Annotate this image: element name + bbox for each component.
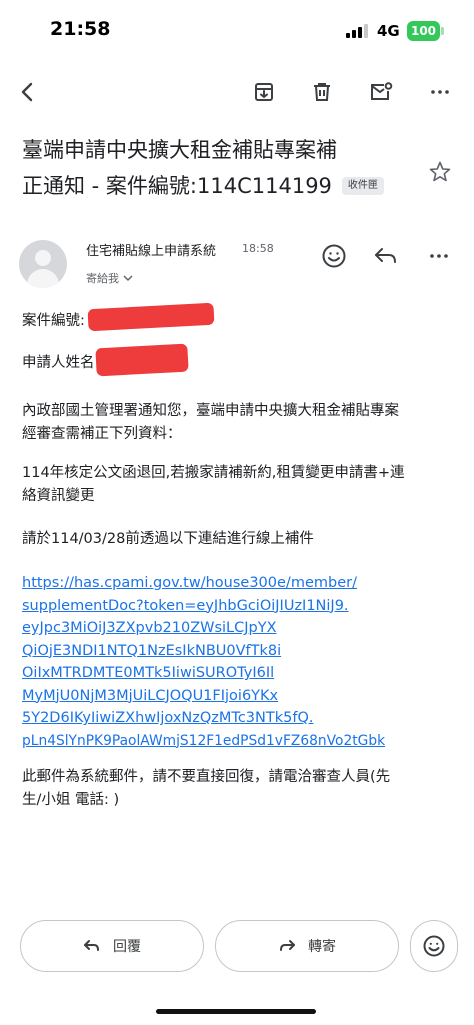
battery-tip [441, 27, 444, 35]
body-paragraph-1: 內政部國土管理署通知您，臺端申請中央擴大租金補貼專案 經審查需補正下列資料： [22, 400, 462, 446]
more-horizontal-icon [430, 254, 448, 258]
supplement-link[interactable]: https://has.cpami.gov.tw/house300e/membe… [22, 572, 467, 752]
reply-label: 回覆 [113, 939, 141, 955]
status-time: 21:58 [50, 18, 111, 40]
body-text-line: 生/小姐 電話: ) [22, 792, 120, 808]
delete-button[interactable] [302, 70, 342, 114]
body-paragraph-3: 請於114/03/28前透過以下連結進行線上補件 [22, 531, 314, 547]
more-options-button[interactable] [420, 70, 460, 114]
home-indicator[interactable] [156, 1009, 316, 1014]
sent-time: 18:58 [242, 242, 274, 255]
link-line[interactable]: supplementDoc?token=eyJhbGciOiJIUzI1NiJ9… [22, 595, 467, 618]
recipient-line[interactable]: 寄給我 [86, 270, 133, 286]
body-text-line: 絡資訊變更 [22, 488, 95, 504]
body-paragraph-2: 114年核定公文函退回,若搬家請補新約,租賃變更申請書+連 絡資訊變更 [22, 462, 462, 508]
arrow-left-icon [21, 82, 33, 102]
network-type: 4G [377, 22, 400, 40]
status-bar: 21:58 4G 100 [0, 0, 474, 62]
react-emoji-button[interactable] [316, 238, 352, 274]
archive-button[interactable] [244, 70, 284, 114]
link-line[interactable]: https://has.cpami.gov.tw/house300e/membe… [22, 572, 467, 595]
more-horizontal-icon [431, 90, 449, 94]
email-toolbar [0, 70, 474, 114]
link-line[interactable]: 5Y2D6IKyIiwiZXhwIjoxNzQzMTc3NTk5fQ. [22, 707, 467, 730]
mail-unread-icon [371, 82, 393, 100]
inbox-label-chip[interactable]: 收件匣 [341, 177, 384, 195]
link-line[interactable]: MyMjU0NjM3MjUiLCJOQU1FIjoi6YKx [22, 685, 467, 708]
reply-icon [84, 940, 99, 951]
battery-icon: 100 [407, 21, 440, 41]
message-more-button[interactable] [421, 238, 457, 274]
subject-line-2: 正通知 - 案件編號:114C114199 [22, 174, 332, 198]
emoji-icon [423, 935, 445, 957]
emoji-reaction-button[interactable] [410, 920, 458, 972]
redaction-mark [95, 343, 189, 377]
trash-icon [314, 83, 330, 101]
chevron-down-icon [123, 275, 133, 282]
star-icon [429, 161, 451, 182]
forward-label: 轉寄 [308, 939, 336, 955]
subject-line-1: 臺端申請中央擴大租金補貼專案補 [22, 138, 337, 162]
reply-button[interactable]: 回覆 [20, 920, 204, 972]
footer-paragraph: 此郵件為系統郵件，請不要直接回復，請電洽審查人員(先 生/小姐 電話: ) [22, 766, 462, 812]
emoji-icon [322, 244, 346, 268]
link-line[interactable]: pLn4SlYnPK9PaolAWmjS12F1edPSd1vFZ68nVo2t… [22, 730, 467, 753]
applicant-name-label: 申請人姓名 [22, 355, 95, 371]
forward-icon [280, 940, 295, 951]
body-text-line: 114年核定公文函退回,若搬家請補新約,租賃變更申請書+連 [22, 465, 405, 481]
body-text-line: 經審查需補正下列資料： [22, 426, 182, 442]
body-text-line: 此郵件為系統郵件，請不要直接回復，請電洽審查人員(先 [22, 769, 391, 785]
link-line[interactable]: eyJpc3MiOiJ3ZXpvb210ZWsiLCJpYX [22, 617, 467, 640]
star-button[interactable] [428, 160, 452, 188]
archive-icon [255, 83, 273, 101]
forward-button[interactable]: 轉寄 [215, 920, 399, 972]
link-line[interactable]: OiIxMTRDMTE0MTk5IiwiSUROTyI6Il [22, 662, 467, 685]
back-button[interactable] [8, 70, 48, 114]
sender-name[interactable]: 住宅補貼線上申請系統 [86, 240, 216, 259]
link-line[interactable]: QiOjE3NDI1NTQ1NzEsIkNBU0VfTk8i [22, 640, 467, 663]
reply-button-header[interactable] [368, 238, 404, 274]
email-subject: 臺端申請中央擴大租金補貼專案補 正通知 - 案件編號:114C114199 收件… [22, 132, 412, 204]
reply-icon [375, 248, 396, 263]
recipient-label: 寄給我 [86, 272, 119, 285]
signal-icon [346, 24, 368, 38]
mark-unread-button[interactable] [361, 70, 401, 114]
sender-avatar[interactable] [19, 240, 67, 288]
body-text-line: 內政部國土管理署通知您，臺端申請中央擴大租金補貼專案 [22, 403, 399, 419]
